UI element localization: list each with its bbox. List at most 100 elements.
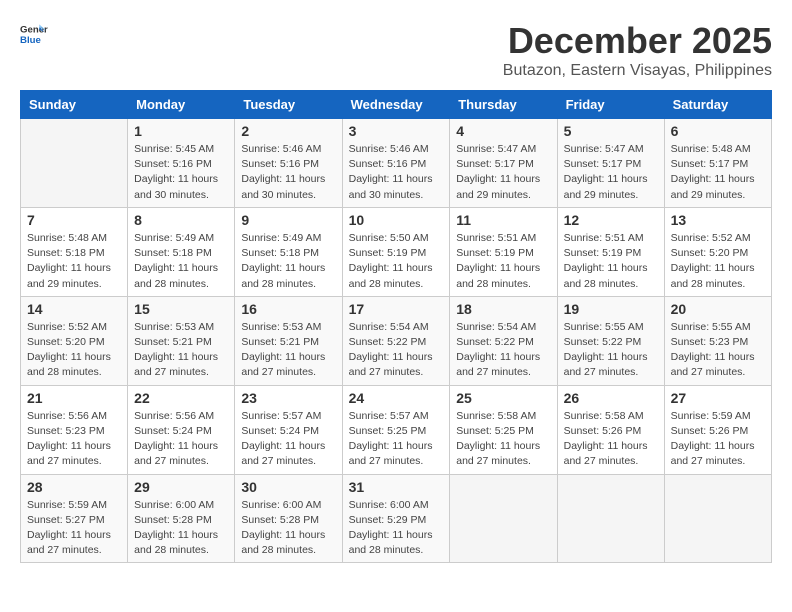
calendar-cell: [664, 474, 771, 563]
header-monday: Monday: [128, 91, 235, 119]
day-info: Sunrise: 5:48 AMSunset: 5:18 PMDaylight:…: [27, 231, 121, 292]
calendar-cell: 7Sunrise: 5:48 AMSunset: 5:18 PMDaylight…: [21, 207, 128, 296]
calendar-cell: 18Sunrise: 5:54 AMSunset: 5:22 PMDayligh…: [450, 296, 557, 385]
day-info: Sunrise: 6:00 AMSunset: 5:28 PMDaylight:…: [241, 498, 335, 559]
day-info: Sunrise: 5:46 AMSunset: 5:16 PMDaylight:…: [349, 142, 444, 203]
day-number: 14: [27, 301, 121, 317]
day-info: Sunrise: 6:00 AMSunset: 5:29 PMDaylight:…: [349, 498, 444, 559]
day-info: Sunrise: 5:52 AMSunset: 5:20 PMDaylight:…: [27, 320, 121, 381]
day-info: Sunrise: 5:47 AMSunset: 5:17 PMDaylight:…: [564, 142, 658, 203]
title-area: December 2025 Butazon, Eastern Visayas, …: [503, 20, 772, 80]
calendar-cell: 24Sunrise: 5:57 AMSunset: 5:25 PMDayligh…: [342, 385, 450, 474]
day-number: 25: [456, 390, 550, 406]
day-info: Sunrise: 5:46 AMSunset: 5:16 PMDaylight:…: [241, 142, 335, 203]
calendar-cell: 25 Sunrise: 5:58 AMSunset: 5:25 PMDayligh…: [450, 385, 557, 474]
header-saturday: Saturday: [664, 91, 771, 119]
day-info: Sunrise: 5:59 AMSunset: 5:27 PMDaylight:…: [27, 498, 121, 559]
logo-icon: General Blue: [20, 20, 48, 48]
day-info: Sunrise: 5:53 AMSunset: 5:21 PMDaylight:…: [134, 320, 228, 381]
calendar-cell: 20Sunrise: 5:55 AMSunset: 5:23 PMDayligh…: [664, 296, 771, 385]
calendar-cell: 28 Sunrise: 5:59 AMSunset: 5:27 PMDayligh…: [21, 474, 128, 563]
day-info: Sunrise: 5:58 AMSunset: 5:25 PMDaylight:…: [456, 409, 550, 470]
day-number: 3: [349, 123, 444, 139]
day-number: 22: [134, 390, 228, 406]
svg-text:Blue: Blue: [20, 35, 41, 46]
day-number: 27: [671, 390, 765, 406]
week-row-1: 7Sunrise: 5:48 AMSunset: 5:18 PMDaylight…: [21, 207, 772, 296]
calendar-cell: 11 Sunrise: 5:51 AMSunset: 5:19 PMDayligh…: [450, 207, 557, 296]
calendar-cell: 23Sunrise: 5:57 AMSunset: 5:24 PMDayligh…: [235, 385, 342, 474]
day-info: Sunrise: 5:54 AMSunset: 5:22 PMDaylight:…: [349, 320, 444, 381]
day-number: 10: [349, 212, 444, 228]
calendar-cell: 9 Sunrise: 5:49 AMSunset: 5:18 PMDaylight…: [235, 207, 342, 296]
location-title: Butazon, Eastern Visayas, Philippines: [503, 62, 772, 80]
day-number: 19: [564, 301, 658, 317]
calendar-cell: [557, 474, 664, 563]
day-number: 2: [241, 123, 335, 139]
day-number: 31: [349, 479, 444, 495]
day-info: Sunrise: 5:58 AMSunset: 5:26 PMDaylight:…: [564, 409, 658, 470]
calendar-cell: 17 Sunrise: 5:54 AMSunset: 5:22 PMDayligh…: [342, 296, 450, 385]
day-number: 11: [456, 212, 550, 228]
calendar-cell: 5 Sunrise: 5:47 AMSunset: 5:17 PMDaylight…: [557, 119, 664, 208]
calendar-cell: 2 Sunrise: 5:46 AMSunset: 5:16 PMDaylight…: [235, 119, 342, 208]
day-number: 5: [564, 123, 658, 139]
calendar-cell: 13 Sunrise: 5:52 AMSunset: 5:20 PMDayligh…: [664, 207, 771, 296]
header-sunday: Sunday: [21, 91, 128, 119]
calendar-cell: 16Sunrise: 5:53 AMSunset: 5:21 PMDayligh…: [235, 296, 342, 385]
day-info: Sunrise: 5:51 AMSunset: 5:19 PMDaylight:…: [456, 231, 550, 292]
day-number: 21: [27, 390, 121, 406]
day-number: 1: [134, 123, 228, 139]
day-info: Sunrise: 5:53 AMSunset: 5:21 PMDaylight:…: [241, 320, 335, 381]
calendar-cell: 1Sunrise: 5:45 AMSunset: 5:16 PMDaylight…: [128, 119, 235, 208]
day-info: Sunrise: 5:51 AMSunset: 5:19 PMDaylight:…: [564, 231, 658, 292]
calendar-cell: 30 Sunrise: 6:00 AMSunset: 5:28 PMDayligh…: [235, 474, 342, 563]
day-number: 30: [241, 479, 335, 495]
calendar-cell: 29 Sunrise: 6:00 AMSunset: 5:28 PMDayligh…: [128, 474, 235, 563]
day-number: 9: [241, 212, 335, 228]
calendar-cell: 14 Sunrise: 5:52 AMSunset: 5:20 PMDayligh…: [21, 296, 128, 385]
calendar-cell: 3 Sunrise: 5:46 AMSunset: 5:16 PMDaylight…: [342, 119, 450, 208]
calendar-cell: 27 Sunrise: 5:59 AMSunset: 5:26 PMDayligh…: [664, 385, 771, 474]
day-info: Sunrise: 5:57 AMSunset: 5:24 PMDaylight:…: [241, 409, 335, 470]
calendar-table: SundayMondayTuesdayWednesdayThursdayFrid…: [20, 90, 772, 563]
calendar-cell: 21 Sunrise: 5:56 AMSunset: 5:23 PMDayligh…: [21, 385, 128, 474]
day-info: Sunrise: 5:47 AMSunset: 5:17 PMDaylight:…: [456, 142, 550, 203]
page-header: General Blue December 2025 Butazon, East…: [20, 20, 772, 80]
day-info: Sunrise: 5:56 AMSunset: 5:23 PMDaylight:…: [27, 409, 121, 470]
calendar-cell: 4 Sunrise: 5:47 AMSunset: 5:17 PMDaylight…: [450, 119, 557, 208]
day-info: Sunrise: 6:00 AMSunset: 5:28 PMDaylight:…: [134, 498, 228, 559]
header-row: SundayMondayTuesdayWednesdayThursdayFrid…: [21, 91, 772, 119]
day-info: Sunrise: 5:54 AMSunset: 5:22 PMDaylight:…: [456, 320, 550, 381]
day-number: 29: [134, 479, 228, 495]
day-number: 26: [564, 390, 658, 406]
day-number: 15: [134, 301, 228, 317]
day-number: 4: [456, 123, 550, 139]
calendar-cell: 26 Sunrise: 5:58 AMSunset: 5:26 PMDayligh…: [557, 385, 664, 474]
day-info: Sunrise: 5:59 AMSunset: 5:26 PMDaylight:…: [671, 409, 765, 470]
day-info: Sunrise: 5:57 AMSunset: 5:25 PMDaylight:…: [349, 409, 444, 470]
day-number: 17: [349, 301, 444, 317]
day-info: Sunrise: 5:52 AMSunset: 5:20 PMDaylight:…: [671, 231, 765, 292]
day-info: Sunrise: 5:56 AMSunset: 5:24 PMDaylight:…: [134, 409, 228, 470]
day-info: Sunrise: 5:49 AMSunset: 5:18 PMDaylight:…: [134, 231, 228, 292]
calendar-cell: 10 Sunrise: 5:50 AMSunset: 5:19 PMDayligh…: [342, 207, 450, 296]
header-wednesday: Wednesday: [342, 91, 450, 119]
calendar-cell: 12Sunrise: 5:51 AMSunset: 5:19 PMDayligh…: [557, 207, 664, 296]
header-tuesday: Tuesday: [235, 91, 342, 119]
day-number: 8: [134, 212, 228, 228]
day-info: Sunrise: 5:55 AMSunset: 5:22 PMDaylight:…: [564, 320, 658, 381]
calendar-cell: 15 Sunrise: 5:53 AMSunset: 5:21 PMDayligh…: [128, 296, 235, 385]
header-friday: Friday: [557, 91, 664, 119]
calendar-cell: 22 Sunrise: 5:56 AMSunset: 5:24 PMDayligh…: [128, 385, 235, 474]
calendar-cell: 19 Sunrise: 5:55 AMSunset: 5:22 PMDayligh…: [557, 296, 664, 385]
day-number: 6: [671, 123, 765, 139]
logo: General Blue: [20, 20, 48, 48]
day-number: 28: [27, 479, 121, 495]
svg-text:General: General: [20, 24, 48, 35]
day-info: Sunrise: 5:50 AMSunset: 5:19 PMDaylight:…: [349, 231, 444, 292]
day-info: Sunrise: 5:49 AMSunset: 5:18 PMDaylight:…: [241, 231, 335, 292]
day-info: Sunrise: 5:55 AMSunset: 5:23 PMDaylight:…: [671, 320, 765, 381]
calendar-cell: 6Sunrise: 5:48 AMSunset: 5:17 PMDaylight…: [664, 119, 771, 208]
day-number: 13: [671, 212, 765, 228]
